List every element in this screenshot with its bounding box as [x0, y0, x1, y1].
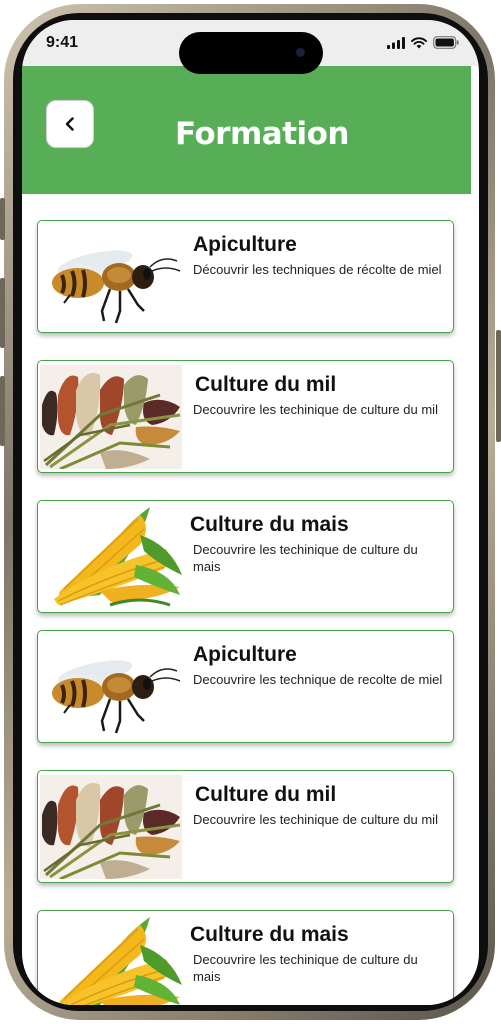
course-card-apiculture[interactable]: Apiculture Découvrir les techniques de r…	[37, 220, 454, 333]
course-title: Culture du mil	[195, 373, 337, 396]
course-description: Decouvrire les techinique de culture du …	[193, 952, 418, 984]
corn-image	[54, 507, 182, 607]
volume-up-button	[0, 278, 5, 348]
phone-device: 9:41 Formation Apiculture Découvrir les …	[0, 0, 501, 1024]
millet-image	[40, 365, 182, 469]
course-title: Culture du mais	[190, 923, 349, 946]
wifi-icon	[411, 36, 427, 48]
bee-image	[52, 660, 181, 734]
screen: 9:41 Formation Apiculture Découvrir les …	[22, 20, 479, 1005]
status-time: 9:41	[46, 34, 79, 51]
course-description: Découvrir les techniques de récolte de m…	[193, 262, 442, 277]
course-description: Decouvrire les techinique de culture du …	[193, 812, 438, 827]
course-description: Decouvrire les techinique de culture du …	[193, 542, 418, 574]
course-description: Decouvrire les technique de recolte de m…	[193, 672, 443, 687]
battery-icon	[433, 36, 459, 49]
volume-down-button	[0, 376, 5, 446]
course-card-mil[interactable]: Culture du mil Decouvrire les techinique…	[37, 360, 454, 473]
course-card-mais[interactable]: Culture du mais Decouvrire les techiniqu…	[37, 910, 454, 1005]
page-title: Formation	[174, 116, 350, 152]
course-card-mil[interactable]: Culture du mil Decouvrire les techinique…	[37, 770, 454, 883]
course-title: Apiculture	[193, 643, 297, 666]
front-camera	[296, 48, 305, 57]
course-card-apiculture[interactable]: Apiculture Decouvrire les technique de r…	[37, 630, 454, 743]
bee-image	[52, 250, 181, 324]
course-description: Decouvrire les techinique de culture du …	[193, 402, 438, 417]
course-title: Culture du mais	[190, 513, 349, 536]
course-title: Culture du mil	[195, 783, 337, 806]
course-card-mais[interactable]: Culture du mais Decouvrire les techiniqu…	[37, 500, 454, 613]
millet-image	[40, 775, 182, 879]
dynamic-island	[179, 32, 323, 74]
app-header: Formation	[22, 66, 471, 194]
cellular-signal-icon	[387, 36, 405, 49]
course-title: Apiculture	[193, 233, 297, 256]
status-icons	[387, 36, 459, 49]
silent-switch	[0, 198, 5, 240]
power-button	[496, 330, 501, 442]
corn-image	[58, 917, 182, 1005]
